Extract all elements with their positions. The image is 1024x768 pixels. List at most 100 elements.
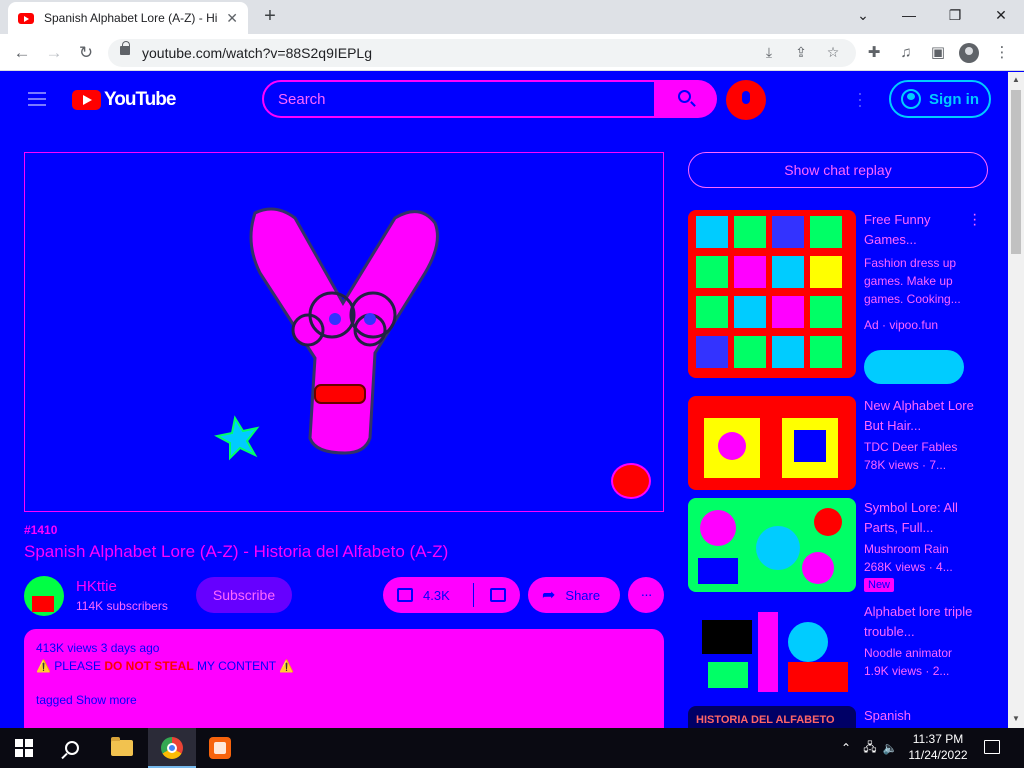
ad-more-icon[interactable]: · · · bbox=[972, 207, 977, 233]
url-text: youtube.com/watch?v=88S2q9IEPLg bbox=[142, 45, 372, 61]
bookmark-star-icon[interactable]: ☆ bbox=[824, 44, 842, 61]
search-box bbox=[262, 80, 656, 118]
recommendation-item[interactable]: Symbol Lore: All Parts, Full... Mushroom… bbox=[688, 498, 988, 594]
ad-cta-button[interactable] bbox=[864, 350, 964, 384]
tab-search-icon[interactable]: ⌄ bbox=[840, 4, 886, 26]
like-count[interactable]: 4.3K bbox=[423, 588, 465, 603]
video-player[interactable] bbox=[24, 152, 664, 512]
show-chat-replay-button[interactable]: Show chat replay bbox=[688, 152, 988, 188]
taskbar-clock[interactable]: 11:37 PM 11/24/2022 bbox=[900, 731, 976, 763]
rec-title[interactable]: New Alphabet Lore But Hair... bbox=[864, 396, 974, 436]
install-icon[interactable]: ⤓ bbox=[760, 44, 778, 61]
rec-views: 78K views · 7... bbox=[864, 458, 947, 472]
close-tab-icon[interactable]: ✕ bbox=[226, 10, 238, 27]
start-button[interactable] bbox=[0, 728, 48, 768]
back-icon[interactable]: ← bbox=[10, 41, 34, 65]
share-label: Share bbox=[565, 587, 601, 603]
rec-channel[interactable]: Mushroom Rain bbox=[864, 542, 984, 556]
subscribe-button[interactable]: Subscribe bbox=[196, 577, 292, 613]
youtube-favicon-icon bbox=[18, 12, 34, 24]
windows-logo-icon bbox=[15, 739, 33, 757]
new-tab-button[interactable]: + bbox=[258, 5, 282, 28]
sign-in-label: Sign in bbox=[929, 90, 979, 108]
notification-icon[interactable] bbox=[984, 740, 1000, 754]
page-scrollbar[interactable]: ▲ ▼ bbox=[1008, 72, 1024, 728]
browser-tab[interactable]: Spanish Alphabet Lore (A-Z) - Hi ✕ bbox=[8, 2, 248, 34]
restore-button[interactable]: ❐ bbox=[932, 4, 978, 26]
volume-icon[interactable]: 🔈 bbox=[880, 728, 900, 768]
recommendation-item[interactable]: New Alphabet Lore But Hair... TDC Deer F… bbox=[688, 396, 988, 490]
forward-icon[interactable]: → bbox=[42, 41, 66, 65]
file-explorer-button[interactable] bbox=[98, 728, 146, 768]
rec-title[interactable]: Spanish bbox=[864, 706, 974, 726]
dislike-icon[interactable] bbox=[490, 588, 506, 602]
warning-suffix: MY CONTENT ⚠️ bbox=[193, 659, 295, 673]
voice-search-button[interactable] bbox=[726, 80, 766, 120]
chrome-icon bbox=[161, 737, 183, 759]
share-page-icon[interactable]: ⇪ bbox=[792, 44, 810, 61]
rec-thumbnail[interactable] bbox=[688, 396, 856, 490]
video-frame bbox=[214, 207, 439, 461]
media-control-icon[interactable]: ♫ bbox=[895, 42, 917, 64]
taskbar-search-icon bbox=[65, 741, 79, 755]
app-taskbar-button[interactable] bbox=[196, 728, 244, 768]
show-more-link[interactable]: tagged Show more bbox=[36, 693, 652, 707]
rec-views: 268K views · 4... bbox=[864, 560, 953, 574]
description-warning: ⚠️ PLEASE DO NOT STEAL MY CONTENT ⚠️ bbox=[36, 659, 652, 673]
rec-thumbnail-art bbox=[702, 612, 848, 692]
network-icon[interactable]: 🖧 bbox=[860, 728, 880, 768]
rec-ad-label: Ad · vipoo.fun bbox=[864, 318, 939, 332]
rec-channel[interactable]: TDC Deer Fables bbox=[864, 440, 984, 454]
settings-more-icon[interactable]: · · · bbox=[852, 84, 868, 114]
like-icon[interactable] bbox=[397, 588, 413, 602]
scrollbar-thumb[interactable] bbox=[1011, 90, 1021, 254]
recommendation-item[interactable]: HISTORIA DEL ALFABETO Spanish bbox=[688, 706, 988, 728]
rec-title[interactable]: Free Funny Games... bbox=[864, 210, 974, 250]
chrome-taskbar-button[interactable] bbox=[148, 728, 196, 768]
youtube-logo[interactable]: YouTube bbox=[72, 89, 176, 111]
warning-emphasis: DO NOT STEAL bbox=[104, 659, 194, 673]
side-panel-icon[interactable]: ▣ bbox=[927, 42, 949, 64]
rec-thumbnail[interactable]: HISTORIA DEL ALFABETO bbox=[688, 706, 856, 728]
close-window-button[interactable]: ✕ bbox=[978, 4, 1024, 26]
recommendation-ad[interactable]: Free Funny Games... Fashion dress up gam… bbox=[688, 207, 988, 390]
share-icon: ➦ bbox=[542, 587, 556, 604]
channel-name[interactable]: HKttie bbox=[76, 578, 117, 595]
rec-title[interactable]: Symbol Lore: All Parts, Full... bbox=[864, 498, 974, 538]
rec-thumbnail-text: HISTORIA DEL ALFABETO bbox=[696, 714, 835, 726]
channel-avatar[interactable] bbox=[24, 576, 64, 616]
more-actions-button[interactable]: ··· bbox=[628, 577, 664, 613]
rec-thumbnail[interactable] bbox=[688, 602, 856, 696]
search-button[interactable] bbox=[655, 80, 717, 118]
sign-in-button[interactable]: Sign in bbox=[889, 80, 991, 118]
rec-thumbnail[interactable] bbox=[688, 498, 856, 592]
address-bar[interactable]: youtube.com/watch?v=88S2q9IEPLg ⤓ ⇪ ☆ bbox=[108, 39, 856, 67]
rec-views: 1.9K views · 2... bbox=[864, 664, 950, 678]
scroll-down-icon[interactable]: ▼ bbox=[1008, 714, 1024, 723]
profile-avatar-icon[interactable] bbox=[959, 43, 979, 63]
rec-title[interactable]: Alphabet lore triple trouble... bbox=[864, 602, 974, 642]
new-badge: New bbox=[864, 578, 895, 592]
search-input[interactable] bbox=[264, 82, 654, 116]
reload-icon[interactable]: ↻ bbox=[74, 41, 98, 65]
scroll-up-icon[interactable]: ▲ bbox=[1008, 75, 1024, 84]
recommendation-item[interactable]: Alphabet lore triple trouble... Noodle a… bbox=[688, 602, 988, 698]
tray-chevron-icon[interactable]: ⌃ bbox=[836, 728, 856, 768]
extensions-icon[interactable]: ✚ bbox=[863, 42, 885, 64]
taskbar-search-button[interactable] bbox=[48, 728, 96, 768]
clock-date: 11/24/2022 bbox=[908, 748, 968, 762]
view-count-date: 413K views 3 days ago bbox=[36, 641, 160, 655]
rec-channel[interactable]: Noodle animator bbox=[864, 646, 984, 660]
hamburger-menu-icon[interactable] bbox=[28, 92, 46, 106]
chrome-menu-icon[interactable]: ⋮ bbox=[991, 42, 1013, 64]
orange-app-icon bbox=[209, 737, 231, 759]
video-hashtag[interactable]: #1410 bbox=[24, 523, 57, 537]
minimize-button[interactable]: — bbox=[886, 4, 932, 26]
rec-thumbnail-art bbox=[704, 418, 838, 478]
share-button[interactable]: ➦ Share bbox=[528, 577, 620, 613]
account-icon bbox=[901, 89, 921, 109]
channel-watermark-icon[interactable] bbox=[611, 463, 651, 499]
youtube-wordmark: YouTube bbox=[104, 89, 176, 110]
ad-thumbnail[interactable] bbox=[688, 210, 856, 378]
description-box[interactable]: 413K views 3 days ago ⚠️ PLEASE DO NOT S… bbox=[24, 629, 664, 728]
